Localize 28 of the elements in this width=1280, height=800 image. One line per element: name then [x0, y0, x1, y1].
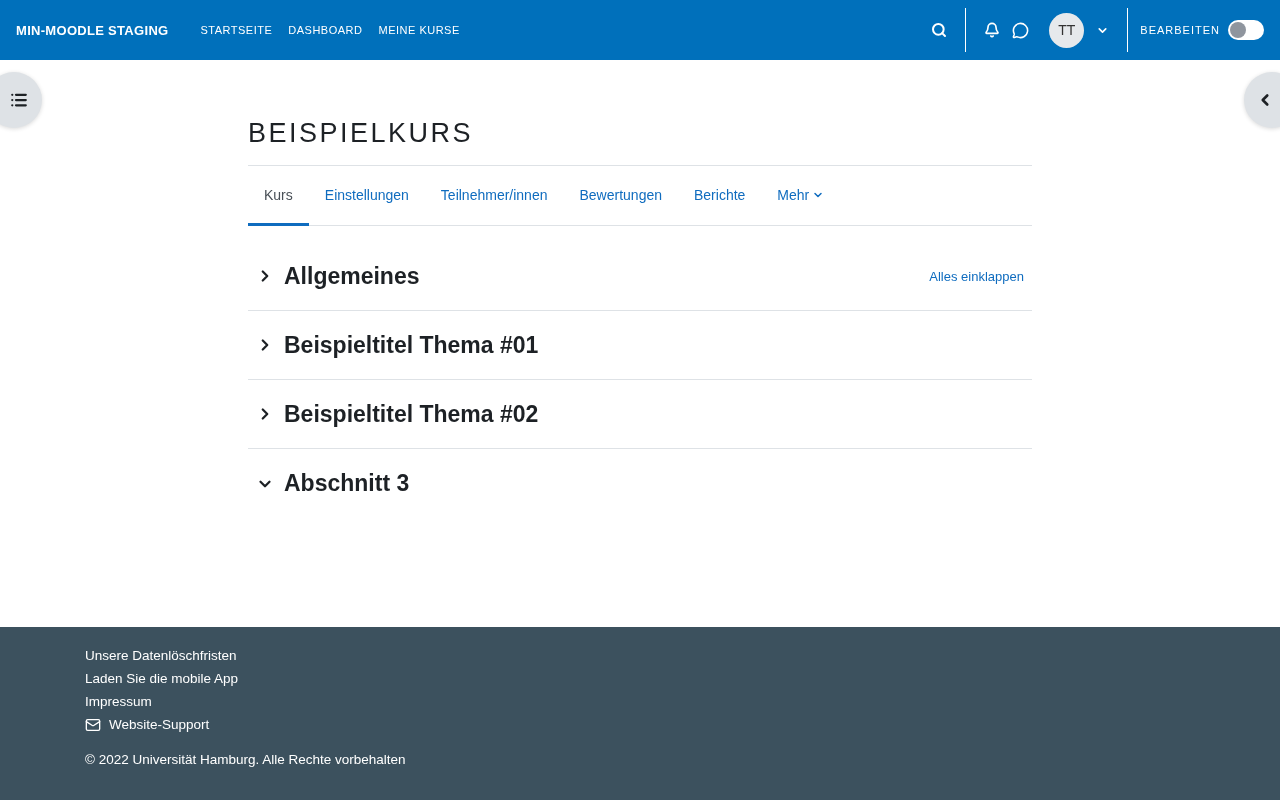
collapse-all-link[interactable]: Alles einklappen	[929, 268, 1024, 284]
course-tab[interactable]: Teilnehmer/innen	[424, 166, 564, 226]
copyright-text: © 2022 Universität Hamburg. Alle Rechte vorbehalten	[85, 752, 407, 767]
course-tab[interactable]: Mehr	[761, 166, 841, 226]
edit-mode-label: BEARBEITEN	[1140, 24, 1220, 36]
section-title: Allgemeines	[284, 262, 421, 290]
course-tab[interactable]: Bewertungen	[563, 166, 678, 226]
footer-link[interactable]: Impressum	[85, 690, 152, 713]
course-tab[interactable]: Kurs	[248, 166, 309, 226]
nav-link[interactable]: DASHBOARD	[288, 24, 363, 36]
course-title: BEISPIELKURS	[248, 118, 475, 149]
course-index-button[interactable]	[0, 72, 42, 128]
nav-link[interactable]: MEINE KURSE	[378, 24, 460, 36]
section-title: Beispieltitel Thema #02	[284, 400, 540, 428]
list-icon	[10, 91, 28, 109]
footer-link[interactable]: Laden Sie die mobile App	[85, 667, 239, 690]
nav-link[interactable]: STARTSEITE	[200, 24, 273, 36]
user-avatar[interactable]: TT	[1049, 12, 1085, 48]
mail-icon	[85, 716, 101, 733]
footer-link[interactable]: Unsere Datenlöschfristen	[85, 644, 237, 667]
section-title: Abschnitt 3	[284, 470, 411, 497]
course-tab[interactable]: Einstellungen	[308, 166, 425, 226]
support-link[interactable]: Website-Support	[85, 713, 210, 736]
course-tab[interactable]: Berichte	[678, 166, 762, 226]
support-label: Website-Support	[109, 716, 210, 734]
site-name[interactable]: MIN-MOODLE STAGING	[16, 22, 169, 38]
edit-mode-switch[interactable]	[1228, 20, 1264, 40]
section-title: Beispieltitel Thema #01	[284, 331, 540, 359]
